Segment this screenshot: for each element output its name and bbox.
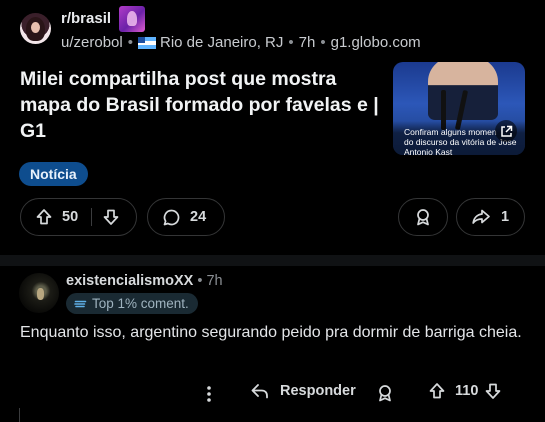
top-commenter-badge: Top 1% coment.: [66, 293, 198, 314]
subreddit-badge-icon: [119, 6, 145, 32]
section-divider: [0, 255, 545, 266]
badge-icon: [74, 297, 87, 310]
separator-dot: •: [127, 34, 133, 51]
reply-button[interactable]: Responder: [250, 382, 356, 400]
comment-username[interactable]: existencialismoXX: [66, 273, 193, 289]
external-link-icon[interactable]: [495, 120, 517, 142]
comments-button[interactable]: 24: [147, 198, 225, 236]
subreddit-avatar[interactable]: [20, 13, 51, 44]
comment-time: 7h: [206, 273, 223, 289]
comment-actions: Responder 110: [0, 376, 545, 412]
vote-separator: [91, 208, 93, 226]
comment-header: existencialismoXX • 7h: [66, 273, 223, 289]
flag-icon: [137, 36, 156, 49]
comment-vote-count: 110: [455, 383, 479, 399]
share-count: 1: [501, 209, 510, 225]
comment-body: Enquanto isso, argentino segurando peido…: [20, 324, 522, 341]
post-location: Rio de Janeiro, RJ: [159, 34, 284, 51]
arrow-up-icon[interactable]: [35, 208, 53, 226]
award-icon[interactable]: [376, 384, 394, 402]
arrow-down-icon[interactable]: [484, 382, 502, 400]
share-button[interactable]: 1: [456, 198, 525, 236]
post-vote-count: 50: [62, 209, 79, 225]
more-vertical-icon[interactable]: [199, 384, 219, 404]
post-flair[interactable]: Notícia: [19, 162, 88, 186]
post-thumbnail[interactable]: Confiram alguns momen do discurso da vit…: [393, 62, 525, 155]
subreddit-name[interactable]: r/brasil: [61, 10, 111, 27]
comment: existencialismoXX • 7h Top 1% coment. En…: [0, 266, 545, 422]
share-arrow-icon: [471, 208, 491, 226]
badge-label: Top 1% coment.: [92, 296, 189, 311]
reply-arrow-icon: [250, 382, 270, 400]
separator-dot: •: [320, 34, 326, 51]
award-button[interactable]: [398, 198, 448, 236]
comment-vote-control: 110: [428, 382, 502, 400]
speech-bubble-icon: [162, 208, 181, 227]
user-avatar[interactable]: [19, 273, 59, 313]
arrow-up-icon[interactable]: [428, 382, 446, 400]
comment-count: 24: [190, 209, 207, 225]
award-icon: [414, 208, 432, 226]
post-card[interactable]: r/brasil u/zerobol • Rio de Janeiro, RJ …: [0, 0, 545, 255]
post-vote-control: 50: [20, 198, 137, 236]
reply-label: Responder: [280, 383, 356, 399]
post-meta: u/zerobol • Rio de Janeiro, RJ • 7h • g1…: [61, 34, 421, 51]
post-title[interactable]: Milei compartilha post que mostra mapa d…: [20, 66, 380, 144]
post-time: 7h: [298, 34, 316, 51]
post-domain[interactable]: g1.globo.com: [331, 34, 421, 51]
separator-dot: •: [288, 34, 294, 51]
arrow-down-icon[interactable]: [102, 208, 120, 226]
post-author[interactable]: u/zerobol: [61, 34, 123, 51]
thread-line: [19, 408, 20, 422]
thumbnail-caption-line: Antonio Kast: [404, 147, 453, 155]
